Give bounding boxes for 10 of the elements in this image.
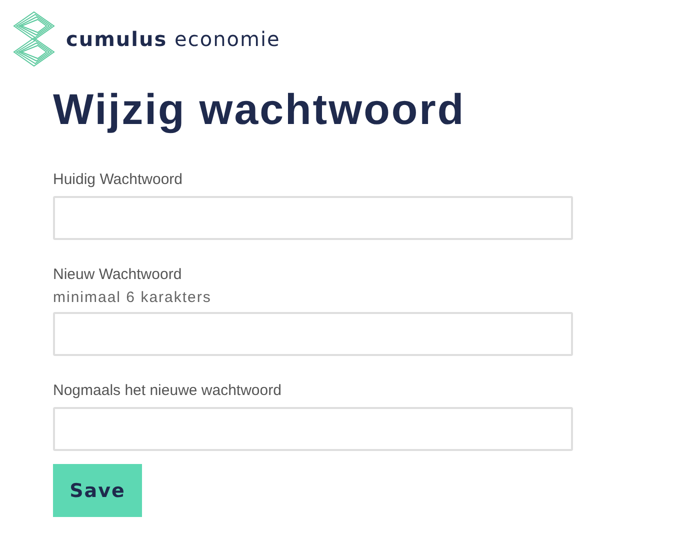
field-hint: minimaal 6 karakters: [53, 289, 212, 306]
password-field[interactable]: [53, 407, 573, 451]
password-field[interactable]: [53, 196, 573, 240]
field-label: Huidig Wachtwoord: [53, 171, 184, 188]
save-button[interactable]: Save: [53, 464, 142, 517]
field-label: Nieuw Wachtwoord: [53, 266, 183, 283]
password-field[interactable]: [53, 312, 573, 356]
field-label: Nogmaals het nieuwe wachtwoord: [53, 382, 282, 399]
page-title: Wijzig wachtwoord: [53, 86, 466, 135]
logo-wordmark: cumulus economie: [66, 27, 280, 51]
